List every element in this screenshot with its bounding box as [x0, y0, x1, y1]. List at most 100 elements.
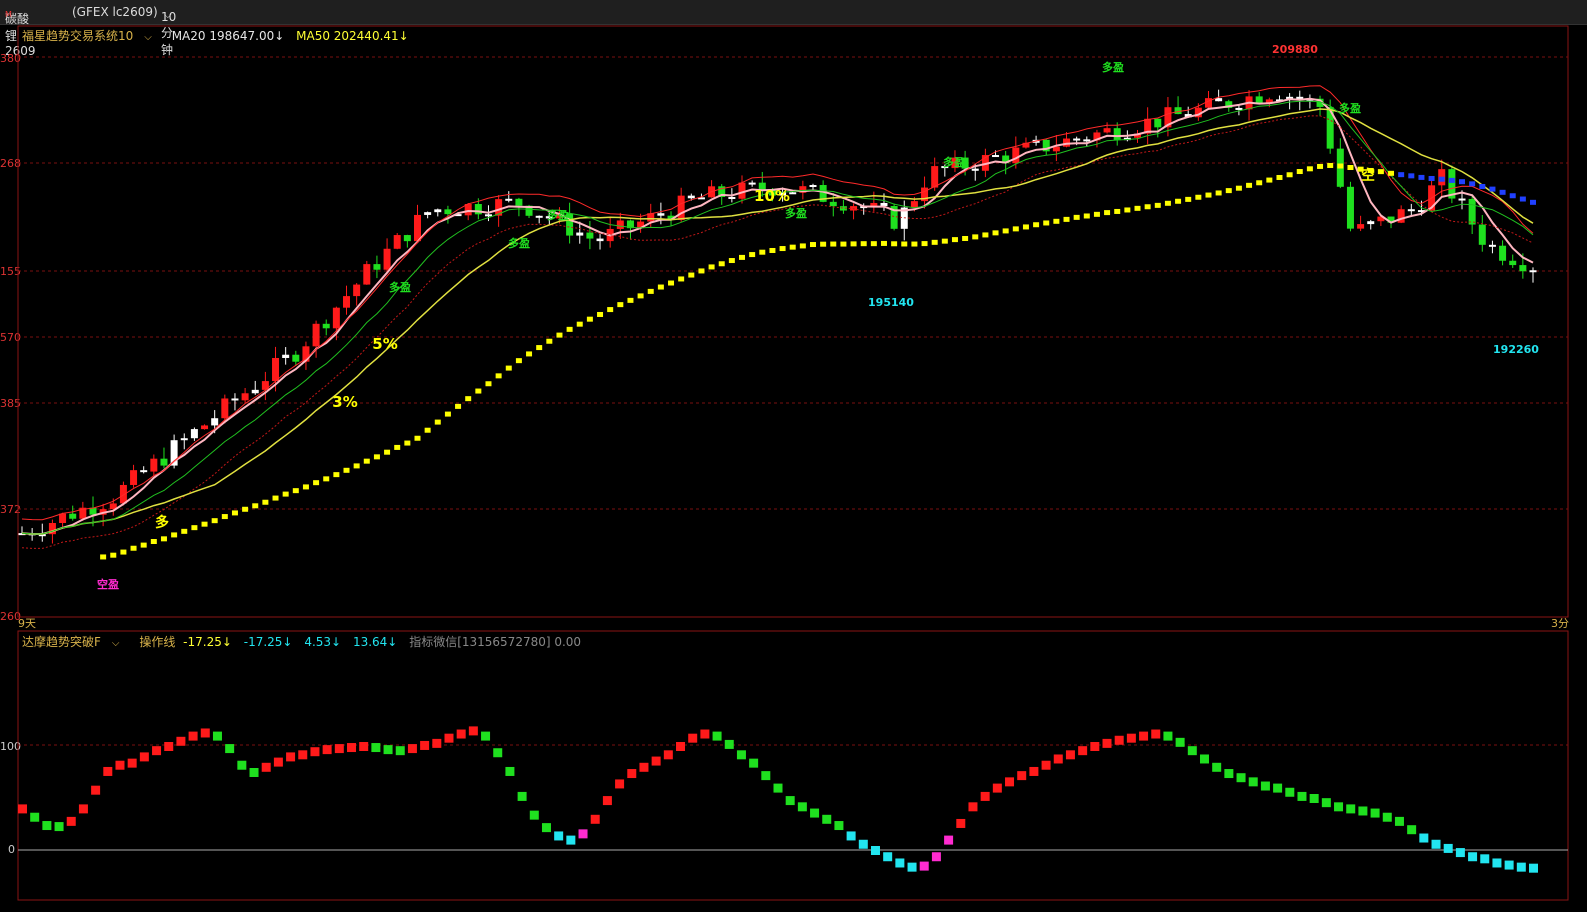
- indicator-step: [200, 728, 210, 738]
- candle-body: [484, 214, 492, 217]
- indicator-step: [956, 818, 966, 828]
- ma50-marker: [556, 332, 563, 338]
- ma50-marker: [475, 388, 482, 394]
- ma50-marker: [1306, 166, 1313, 172]
- candle-body: [190, 429, 198, 439]
- ma50-marker: [1093, 211, 1100, 217]
- ma50-marker: [201, 521, 208, 527]
- candle-body: [363, 264, 371, 285]
- indicator-step: [1065, 750, 1075, 760]
- ma50-marker: [252, 503, 259, 509]
- indicator-step: [115, 760, 125, 770]
- ma50-marker: [728, 258, 735, 264]
- indicator-step: [1443, 843, 1453, 853]
- indicator-step: [91, 785, 101, 795]
- ma50-marker: [982, 232, 989, 238]
- candle-body: [576, 232, 584, 236]
- indicator-step: [663, 750, 673, 760]
- indicator-step: [1175, 737, 1185, 747]
- ma50-marker: [1489, 186, 1496, 192]
- indicator-step: [249, 768, 259, 777]
- candle-body: [596, 238, 604, 242]
- ma50-marker: [759, 249, 766, 255]
- indicator-step: [688, 733, 698, 743]
- candle-body: [332, 307, 340, 329]
- candle-body: [373, 264, 381, 270]
- ma50-marker: [1530, 199, 1536, 205]
- kline-chart[interactable]: 多空盈3%5%多盈多盈多盈10%多盈195140多盈多盈209880多盈空192…: [0, 0, 1587, 912]
- candle-body: [1468, 198, 1476, 225]
- candle-body: [1174, 107, 1182, 115]
- indicator-step: [1297, 791, 1307, 801]
- annotation-label: 多盈: [785, 206, 807, 220]
- ma50-marker: [607, 307, 614, 313]
- indicator-step: [919, 861, 929, 871]
- indicator-step: [1419, 833, 1429, 843]
- annotation-label: 多盈: [943, 155, 965, 169]
- ma50-marker: [921, 241, 928, 247]
- ma50-marker: [627, 297, 634, 303]
- candle-body: [282, 354, 290, 358]
- indicator-step: [1382, 812, 1392, 822]
- ma50-marker: [302, 484, 309, 490]
- ma50-marker: [992, 230, 999, 236]
- ma50-marker: [951, 237, 958, 243]
- ma50-marker: [830, 241, 837, 247]
- ma50-marker: [901, 241, 908, 247]
- annotation-label: 多盈: [389, 280, 411, 294]
- indicator-step: [322, 745, 332, 755]
- ma50-marker: [1347, 165, 1354, 171]
- indicator-step: [359, 742, 369, 751]
- candle-body: [474, 204, 482, 215]
- indicator-step: [188, 731, 198, 741]
- ma50-marker: [809, 242, 816, 248]
- ma50-marker: [789, 244, 796, 250]
- ma50-marker: [1195, 194, 1202, 200]
- ma50-marker: [1418, 174, 1425, 180]
- ma50-marker: [455, 403, 462, 409]
- candle-body: [687, 195, 695, 199]
- ma50-marker: [637, 293, 644, 299]
- ma50-marker: [880, 240, 887, 246]
- ma50-marker: [394, 444, 401, 450]
- indicator-step: [1005, 777, 1015, 787]
- candle-body: [616, 220, 624, 229]
- ma50-marker: [1266, 177, 1273, 183]
- ma50-marker: [1377, 169, 1384, 175]
- ma50-marker: [211, 518, 218, 524]
- indicator-step: [30, 812, 40, 822]
- candle-body: [1255, 96, 1263, 104]
- candle-body: [211, 418, 219, 426]
- ma50-marker: [769, 247, 776, 253]
- ma50-marker: [242, 506, 249, 512]
- indicator-step: [1090, 742, 1100, 751]
- indicator-step: [103, 766, 113, 776]
- indicator-step: [139, 752, 149, 762]
- indicator-step: [749, 758, 759, 768]
- indicator-step: [1260, 781, 1270, 791]
- ma50-marker: [1246, 182, 1253, 188]
- ma50-marker: [1448, 177, 1455, 183]
- ma50-marker: [1276, 174, 1283, 180]
- ma50-marker: [840, 241, 847, 247]
- indicator-step: [712, 731, 722, 741]
- indicator-step: [1370, 808, 1380, 818]
- ma50-marker: [1053, 218, 1060, 224]
- indicator-step: [1516, 862, 1526, 872]
- annotation-label: 多盈: [1102, 60, 1124, 74]
- ma50-marker: [941, 238, 948, 244]
- candle-body: [1357, 224, 1365, 229]
- indicator-step: [1334, 802, 1344, 812]
- ma50-marker: [586, 316, 593, 322]
- candle-body: [272, 357, 280, 382]
- annotation-label: 多盈: [508, 236, 530, 250]
- ma50-marker: [911, 241, 918, 247]
- indicator-step: [627, 769, 637, 779]
- ma50-marker: [647, 288, 654, 294]
- annotation-label: 多盈: [547, 208, 569, 222]
- band-dash-line: [21, 115, 1534, 549]
- candle-body: [992, 155, 1000, 158]
- candle-body: [1073, 138, 1081, 141]
- ma50-marker: [1317, 163, 1324, 169]
- ma50-marker: [221, 514, 228, 520]
